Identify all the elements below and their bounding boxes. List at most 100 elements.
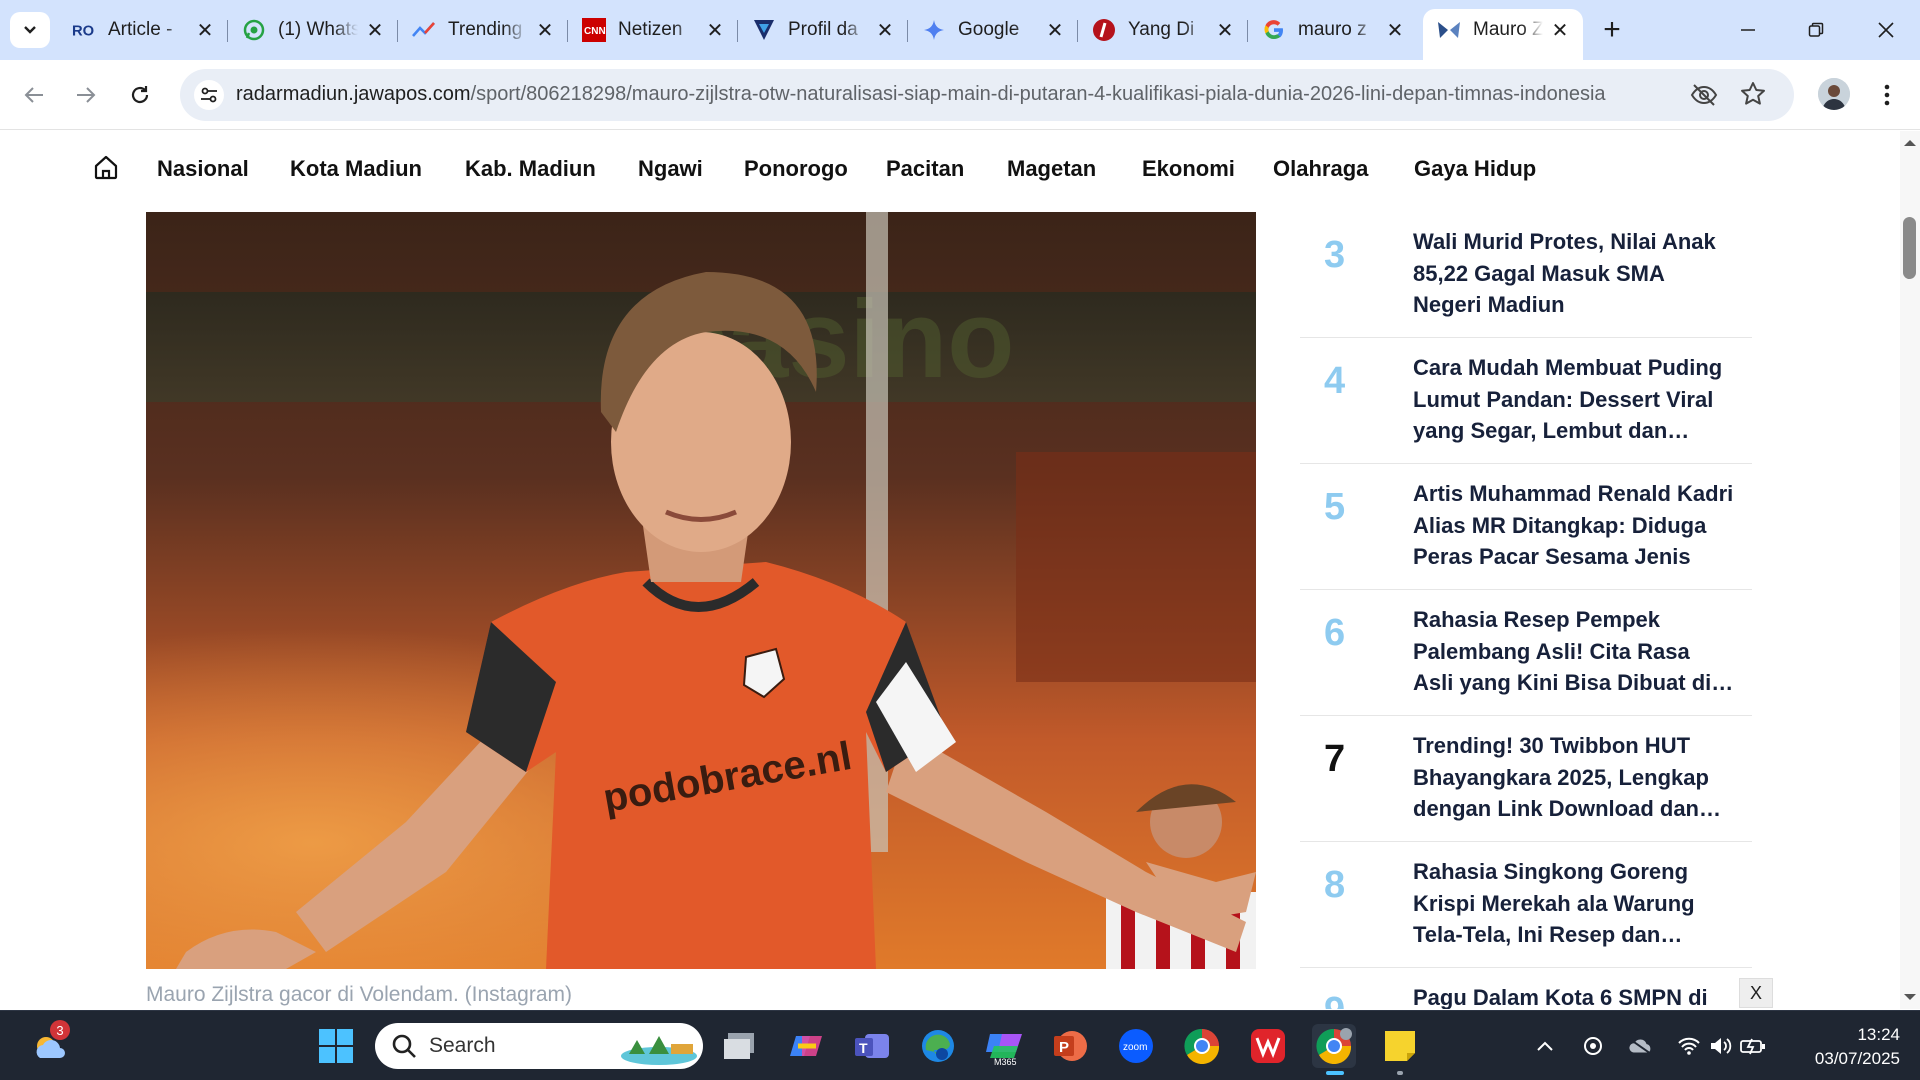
edge-icon[interactable] <box>916 1024 960 1068</box>
site-info-button[interactable] <box>194 80 224 110</box>
nav-pacitan[interactable]: Pacitan <box>886 156 964 182</box>
popular-item[interactable]: 3 Wali Murid Protes, Nilai Anak 85,22 Ga… <box>1300 212 1752 338</box>
windows-start-icon[interactable] <box>314 1024 358 1068</box>
nav-gaya-hidup[interactable]: Gaya Hidup <box>1414 156 1536 182</box>
rank-number: 9 <box>1324 990 1345 1009</box>
tab-article[interactable]: RO Article - ✕ <box>58 9 228 51</box>
close-icon[interactable]: ✕ <box>194 19 216 42</box>
tab-netizen[interactable]: CNN Netizen ✕ <box>568 9 738 51</box>
restore-button[interactable] <box>1792 8 1840 52</box>
close-icon[interactable]: ✕ <box>1384 19 1406 42</box>
popular-item[interactable]: 9 Pagu Dalam Kota 6 SMPN di <box>1300 968 1752 1009</box>
rank-number: 3 <box>1324 234 1346 276</box>
scroll-up-icon[interactable] <box>1900 135 1920 151</box>
m365-icon[interactable]: M365 <box>982 1024 1026 1068</box>
wps-icon[interactable] <box>1246 1024 1290 1068</box>
weather-widget[interactable]: 3 <box>26 1020 74 1068</box>
onedrive-icon[interactable] <box>1628 1033 1654 1059</box>
article-title[interactable]: Trending! 30 Twibbon HUT Bhayangkara 202… <box>1413 730 1735 825</box>
close-icon[interactable]: ✕ <box>1549 19 1571 42</box>
scroll-down-icon[interactable] <box>1900 989 1920 1005</box>
rank-number: 8 <box>1324 864 1346 906</box>
nav-kota-madiun[interactable]: Kota Madiun <box>290 156 422 182</box>
popular-news-list: 3 Wali Murid Protes, Nilai Anak 85,22 Ga… <box>1300 212 1752 1009</box>
close-icon[interactable]: ✕ <box>874 19 896 42</box>
chrome-icon[interactable] <box>1180 1024 1224 1068</box>
task-view-icon[interactable] <box>718 1024 762 1068</box>
cnn-icon: CNN <box>582 18 606 42</box>
teams-icon[interactable]: T <box>850 1024 894 1068</box>
popular-item[interactable]: 4 Cara Mudah Membuat Puding Lumut Pandan… <box>1300 338 1752 464</box>
reload-button[interactable] <box>120 75 160 115</box>
chrome-active-icon[interactable] <box>1312 1024 1356 1075</box>
tab-title: Mauro Z <box>1473 19 1543 40</box>
rank-number: 4 <box>1324 360 1346 402</box>
tray-app-icon[interactable] <box>1580 1033 1606 1059</box>
tab-title: Yang Di <box>1128 19 1195 40</box>
popular-item[interactable]: 8 Rahasia Singkong Goreng Krispi Merekah… <box>1300 842 1752 968</box>
nav-ponorogo[interactable]: Ponorogo <box>744 156 848 182</box>
powerpoint-icon[interactable]: P <box>1048 1024 1092 1068</box>
close-window-button[interactable] <box>1862 8 1910 52</box>
hero-image[interactable]: casino podobrace.nl <box>146 212 1256 969</box>
scrollbar-thumb[interactable] <box>1903 217 1916 279</box>
article-title[interactable]: Wali Murid Protes, Nilai Anak 85,22 Gaga… <box>1413 226 1735 321</box>
taskbar-search-box[interactable]: Search <box>375 1023 703 1069</box>
close-ad-button[interactable]: X <box>1739 978 1773 1008</box>
article-title[interactable]: Rahasia Resep Pempek Palembang Asli! Cit… <box>1413 604 1735 699</box>
sticky-notes-icon[interactable] <box>1378 1024 1422 1075</box>
tab-mauro-search[interactable]: mauro z ✕ <box>1248 9 1418 51</box>
close-icon[interactable]: ✕ <box>534 19 556 42</box>
nav-ngawi[interactable]: Ngawi <box>638 156 703 182</box>
article-title[interactable]: Rahasia Singkong Goreng Krispi Merekah a… <box>1413 856 1735 951</box>
close-icon[interactable]: ✕ <box>704 19 726 42</box>
new-tab-button[interactable]: + <box>1596 13 1628 46</box>
article-title[interactable]: Pagu Dalam Kota 6 SMPN di <box>1413 982 1735 1009</box>
profile-avatar[interactable] <box>1818 78 1850 110</box>
whatsapp-icon <box>242 18 266 42</box>
nav-kab-madiun[interactable]: Kab. Madiun <box>465 156 596 182</box>
search-highlight-icon <box>621 1036 697 1065</box>
close-icon[interactable]: ✕ <box>1044 19 1066 42</box>
copilot-icon[interactable] <box>784 1024 828 1068</box>
nav-magetan[interactable]: Magetan <box>1007 156 1096 182</box>
battery-icon[interactable] <box>1740 1033 1766 1059</box>
tab-google[interactable]: Google ✕ <box>908 9 1078 51</box>
tab-profil[interactable]: Profil da ✕ <box>738 9 908 51</box>
menu-button[interactable] <box>1872 80 1902 110</box>
url-text[interactable]: radarmadiun.jawapos.com/sport/806218298/… <box>236 83 1686 106</box>
tab-trending[interactable]: Trending ✕ <box>398 9 568 51</box>
popular-item[interactable]: 7 Trending! 30 Twibbon HUT Bhayangkara 2… <box>1300 716 1752 842</box>
tab-mauro-article[interactable]: Mauro Z ✕ <box>1423 9 1583 60</box>
tab-search-button[interactable] <box>10 12 50 48</box>
popular-item[interactable]: 5 Artis Muhammad Renald Kadri Alias MR D… <box>1300 464 1752 590</box>
home-icon[interactable] <box>92 153 120 186</box>
forward-button[interactable] <box>66 75 106 115</box>
tab-whatsapp[interactable]: (1) WhatsApp ✕ <box>228 9 398 51</box>
close-icon[interactable]: ✕ <box>1214 19 1236 42</box>
nav-nasional[interactable]: Nasional <box>157 156 249 182</box>
back-button[interactable] <box>14 75 54 115</box>
minimize-button[interactable] <box>1724 8 1772 52</box>
eye-off-icon[interactable] <box>1690 81 1718 114</box>
trending-icon <box>412 18 436 42</box>
nav-ekonomi[interactable]: Ekonomi <box>1142 156 1235 182</box>
url-path: /sport/806218298/mauro-zijlstra-otw-natu… <box>470 83 1606 105</box>
bookmark-star-icon[interactable] <box>1740 81 1766 112</box>
nav-olahraga[interactable]: Olahraga <box>1273 156 1368 182</box>
zoom-label: zoom <box>1123 1042 1147 1053</box>
volume-icon[interactable] <box>1708 1033 1734 1059</box>
system-clock[interactable]: 13:24 03/07/2025 <box>1790 1023 1900 1071</box>
wifi-icon[interactable] <box>1676 1033 1702 1059</box>
jawapos-icon <box>1437 18 1461 42</box>
close-icon[interactable]: ✕ <box>364 19 386 42</box>
address-bar[interactable]: radarmadiun.jawapos.com/sport/806218298/… <box>180 69 1794 121</box>
tab-yang-di[interactable]: Yang Di ✕ <box>1078 9 1248 51</box>
article-title[interactable]: Artis Muhammad Renald Kadri Alias MR Dit… <box>1413 478 1735 573</box>
svg-text:CNN: CNN <box>584 26 606 37</box>
chevron-up-icon[interactable] <box>1532 1033 1558 1059</box>
popular-item[interactable]: 6 Rahasia Resep Pempek Palembang Asli! C… <box>1300 590 1752 716</box>
article-title[interactable]: Cara Mudah Membuat Puding Lumut Pandan: … <box>1413 352 1735 447</box>
active-indicator <box>1326 1071 1344 1075</box>
zoom-icon[interactable]: zoom <box>1114 1024 1158 1068</box>
